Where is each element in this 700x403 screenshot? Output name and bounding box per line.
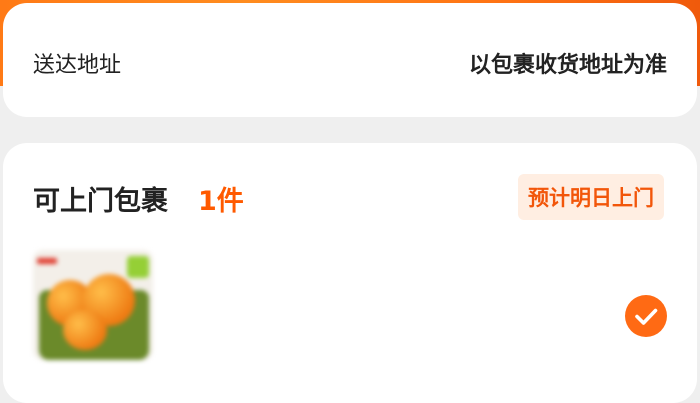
parcel-title: 可上门包裹 (33, 186, 168, 217)
address-label: 送达地址 (33, 53, 122, 78)
fruit-3 (63, 310, 107, 350)
check-icon (635, 308, 658, 325)
thumb-label-mark (37, 258, 57, 264)
thumb-tag (127, 256, 149, 278)
parcel-count: 1件 (198, 186, 244, 217)
item-select-checkbox[interactable] (625, 295, 667, 337)
address-value: 以包裹收货地址为准 (468, 53, 667, 78)
address-card: 送达地址 以包裹收货地址为准 (3, 3, 697, 117)
eta-badge: 预计明日上门 (518, 174, 664, 220)
product-thumbnail[interactable] (33, 250, 153, 360)
